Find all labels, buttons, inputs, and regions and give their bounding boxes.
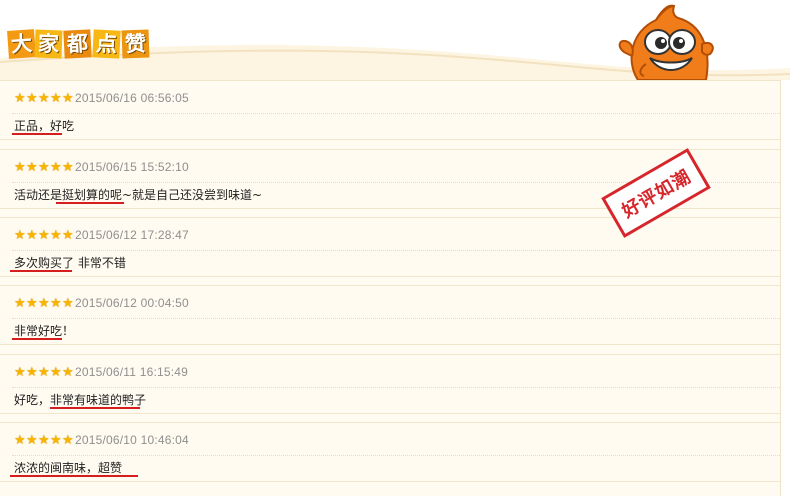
star-icon: ★ [26, 159, 38, 175]
review-date: 2015/06/12 17:28:47 [75, 228, 189, 242]
highlight-underline [56, 202, 124, 204]
star-icon: ★ [14, 227, 26, 243]
star-icon: ★ [14, 159, 26, 175]
title-char: 赞 [121, 29, 150, 59]
star-icon: ★ [38, 227, 50, 243]
review-text: 多次购买了 非常不错 [14, 256, 126, 270]
review-text: 活动还是挺划算的呢~就是自己还没尝到味道~ [14, 188, 263, 202]
star-icon: ★ [38, 295, 50, 311]
review-item: ★ ★ ★ ★ ★ 2015/06/12 17:28:47 多次购买了 非常不错 [0, 217, 780, 277]
star-icon: ★ [26, 295, 38, 311]
review-text: 好吃，非常有味道的鸭子 [14, 393, 147, 407]
highlight-underline [10, 475, 138, 477]
review-divider [12, 318, 780, 319]
star-icon: ★ [38, 364, 50, 380]
review-item: ★ ★ ★ ★ ★ 2015/06/16 06:56:05 正品，好吃 [0, 80, 780, 140]
star-icon: ★ [50, 227, 62, 243]
star-icon: ★ [14, 432, 26, 448]
review-text: 正品，好吃 [14, 119, 75, 133]
review-date: 2015/06/12 00:04:50 [75, 296, 189, 310]
review-date: 2015/06/10 10:46:04 [75, 433, 189, 447]
rating-stars: ★ ★ ★ ★ ★ [14, 297, 74, 310]
star-icon: ★ [62, 159, 74, 175]
star-icon: ★ [14, 364, 26, 380]
review-meta: ★ ★ ★ ★ ★ 2015/06/10 10:46:04 [14, 432, 189, 448]
review-item: ★ ★ ★ ★ ★ 2015/06/12 00:04:50 非常好吃！ [0, 285, 780, 345]
star-icon: ★ [14, 90, 26, 106]
title-char: 大 [7, 29, 36, 59]
star-icon: ★ [62, 295, 74, 311]
review-item: ★ ★ ★ ★ ★ 2015/06/11 16:15:49 好吃，非常有味道的鸭子 [0, 354, 780, 414]
star-icon: ★ [62, 227, 74, 243]
review-meta: ★ ★ ★ ★ ★ 2015/06/11 16:15:49 [14, 364, 188, 380]
star-icon: ★ [62, 90, 74, 106]
review-divider [12, 113, 780, 114]
review-text: 非常好吃！ [14, 324, 75, 338]
review-text: 浓浓的闽南味，超赞 [14, 461, 123, 475]
star-icon: ★ [50, 432, 62, 448]
star-icon: ★ [26, 432, 38, 448]
review-date: 2015/06/16 06:56:05 [75, 91, 189, 105]
star-icon: ★ [62, 432, 74, 448]
review-list: ★ ★ ★ ★ ★ 2015/06/16 06:56:05 正品，好吃 ★ ★ ★ ★ ★ 20… [0, 80, 781, 496]
star-icon: ★ [50, 90, 62, 106]
star-icon: ★ [38, 159, 50, 175]
review-date: 2015/06/15 15:52:10 [75, 160, 189, 174]
review-item: ★ ★ ★ ★ ★ 2015/06/10 10:46:04 浓浓的闽南味，超赞 [0, 422, 780, 482]
star-icon: ★ [26, 364, 38, 380]
star-icon: ★ [50, 295, 62, 311]
highlight-underline [12, 133, 62, 135]
star-icon: ★ [26, 227, 38, 243]
star-icon: ★ [14, 295, 26, 311]
section-title: 大 家 都 点 赞 [7, 28, 150, 60]
review-meta: ★ ★ ★ ★ ★ 2015/06/16 06:56:05 [14, 90, 189, 106]
title-char: 都 [63, 29, 92, 59]
highlight-underline [50, 407, 140, 409]
review-date: 2015/06/11 16:15:49 [75, 365, 189, 379]
rating-stars: ★ ★ ★ ★ ★ [14, 434, 74, 447]
star-icon: ★ [62, 364, 74, 380]
star-icon: ★ [50, 159, 62, 175]
star-icon: ★ [38, 90, 50, 106]
rating-stars: ★ ★ ★ ★ ★ [14, 92, 74, 105]
title-char: 家 [34, 29, 63, 59]
highlight-underline [12, 338, 62, 340]
review-meta: ★ ★ ★ ★ ★ 2015/06/12 00:04:50 [14, 295, 189, 311]
section-header: 大 家 都 点 赞 [0, 0, 790, 80]
rating-stars: ★ ★ ★ ★ ★ [14, 161, 74, 174]
mascot-fish-icon [618, 4, 714, 80]
review-meta: ★ ★ ★ ★ ★ 2015/06/15 15:52:10 [14, 159, 189, 175]
review-meta: ★ ★ ★ ★ ★ 2015/06/12 17:28:47 [14, 227, 189, 243]
review-divider [12, 250, 780, 251]
rating-stars: ★ ★ ★ ★ ★ [14, 366, 74, 379]
title-char: 点 [92, 29, 121, 59]
review-divider [12, 387, 780, 388]
star-icon: ★ [38, 432, 50, 448]
review-divider [12, 455, 780, 456]
rating-stars: ★ ★ ★ ★ ★ [14, 229, 74, 242]
highlight-underline [10, 270, 72, 272]
star-icon: ★ [50, 364, 62, 380]
star-icon: ★ [26, 90, 38, 106]
